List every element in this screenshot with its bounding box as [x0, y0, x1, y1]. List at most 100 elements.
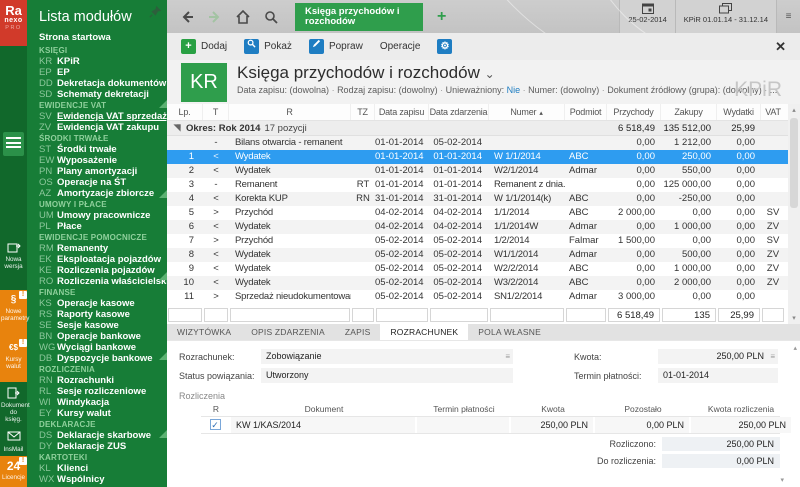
forward-icon[interactable]: [207, 9, 223, 25]
table-row[interactable]: 7>Przychód05-02-201405-02-20141/2/2014Fa…: [167, 234, 788, 248]
sidebar-item-dd[interactable]: DDDekretacja dokumentów: [39, 78, 167, 89]
status-field[interactable]: Utworzony: [261, 368, 513, 383]
sidebar-item-ew[interactable]: EWWyposażenie: [39, 155, 167, 166]
sidebar-item-dy[interactable]: DYDeklaracje ZUS: [39, 441, 167, 452]
table-row[interactable]: 10<Wydatek05-02-201405-02-2014W3/2/2014A…: [167, 276, 788, 290]
new-tab-button[interactable]: +: [437, 8, 446, 26]
table-row[interactable]: 2<Wydatek01-01-201401-01-2014W2/1/2014Ad…: [167, 164, 788, 178]
resize-gripper-icon[interactable]: ▾: [780, 476, 784, 484]
settings-button[interactable]: ⚙: [437, 39, 457, 54]
table-row[interactable]: 4<Korekta KUPRN31-01-201431-01-2014W 1/1…: [167, 192, 788, 206]
sidebar-item-ro[interactable]: RORozliczenia właścicielskie: [39, 276, 167, 287]
link-icon[interactable]: ≡: [505, 349, 510, 364]
col-tz[interactable]: TZ: [351, 104, 375, 120]
sidebar-item-ke[interactable]: KERozliczenia pojazdów: [39, 265, 167, 276]
rail-item-licencje[interactable]: ! 24 Licencje: [0, 456, 27, 487]
col-data-zdarzenia[interactable]: Data zdarzenia: [429, 104, 489, 120]
show-button[interactable]: Pokaż: [244, 39, 292, 54]
hamburger-icon[interactable]: [3, 132, 24, 156]
page-title[interactable]: Księga przychodów i rozchodów ⌄: [237, 63, 777, 83]
add-button[interactable]: + Dodaj: [181, 39, 227, 54]
table-row[interactable]: 11>Sprzedaż nieudokumentowana05-02-20140…: [167, 290, 788, 304]
sidebar-item-ds[interactable]: DSDeklaracje skarbowe: [39, 430, 167, 441]
sidebar-item-wg[interactable]: WGWyciągi bankowe: [39, 342, 167, 353]
col-r[interactable]: R: [229, 104, 351, 120]
table-row[interactable]: -Bilans otwarcia - remanent01-01-201405-…: [167, 136, 788, 150]
operations-button[interactable]: Operacje: [380, 41, 421, 52]
sidebar-item-um[interactable]: UMUmowy pracownicze: [39, 210, 167, 221]
termin-field[interactable]: 01-01-2014: [658, 368, 778, 383]
group-collapse-icon[interactable]: [173, 124, 180, 131]
tab-opis-zdarzenia[interactable]: OPIS ZDARZENIA: [241, 324, 335, 340]
col-zakupy[interactable]: Zakupy: [661, 104, 717, 120]
filter-rodzajzapisu[interactable]: Rodzaj zapisu: (dowolny): [337, 85, 438, 95]
sidebar-item-os[interactable]: OSOperacje na ŚT: [39, 177, 167, 188]
sidebar-item-ey[interactable]: EYKursy walut: [39, 408, 167, 419]
sidebar-item-st[interactable]: STŚrodki trwałe: [39, 144, 167, 155]
table-row[interactable]: 8<Wydatek05-02-201405-02-2014W1/1/2014Ad…: [167, 248, 788, 262]
sidebar-item-kr[interactable]: KRKPiR: [39, 56, 167, 67]
back-icon[interactable]: [179, 9, 195, 25]
period-selector[interactable]: KPiR 01.01.14 - 31.12.14: [675, 0, 776, 33]
tab-pola-w-asne[interactable]: POLA WŁASNE: [468, 324, 551, 340]
sidebar-item-kl[interactable]: KLKlienci: [39, 463, 167, 474]
col-wydatki[interactable]: Wydatki: [717, 104, 761, 120]
rozrachunek-field[interactable]: Zobowiązanie≡: [261, 349, 513, 364]
sidebar-item-strona-startowa[interactable]: Strona startowa: [39, 32, 167, 44]
sidebar-item-ek[interactable]: EKEksploatacja pojazdów: [39, 254, 167, 265]
rail-item-nowe-parametry[interactable]: ! § Nowe parametry: [0, 290, 27, 338]
rail-item-dokument-do-ksieg[interactable]: Dokument do księg.: [0, 384, 27, 428]
sidebar-item-pn[interactable]: PNPlany amortyzacji: [39, 166, 167, 177]
sidebar-item-pl[interactable]: PLPłace: [39, 221, 167, 232]
rozliczenie-row[interactable]: ✓ KW 1/KAS/2014 250,00 PLN 0,00 PLN 250,…: [201, 416, 780, 434]
checkbox-checked[interactable]: ✓: [210, 419, 221, 430]
table-row[interactable]: 1<Wydatek01-01-201401-01-2014W 1/1/2014A…: [167, 150, 788, 164]
filter-datazapisu[interactable]: Data zapisu: (dowolna): [237, 85, 329, 95]
table-row[interactable]: 3-RemanentRT01-01-201401-01-2014Remanent…: [167, 178, 788, 192]
scroll-up-icon[interactable]: ▴: [788, 106, 800, 114]
kwota-field[interactable]: 250,00 PLN≡: [658, 349, 778, 364]
filter-uniewaniony[interactable]: Unieważniony: Nie: [446, 85, 521, 95]
pin-icon[interactable]: [149, 5, 162, 18]
table-row[interactable]: 6<Wydatek04-02-201404-02-20141/1/2014WAd…: [167, 220, 788, 234]
home-icon[interactable]: [235, 9, 251, 25]
tab-ksiega-przychodow[interactable]: Księga przychodów i rozchodów: [295, 3, 423, 31]
col-vat[interactable]: VAT: [761, 104, 785, 120]
rail-item-insmail[interactable]: InsMail: [0, 428, 27, 456]
edit-button[interactable]: Popraw: [309, 39, 363, 54]
table-row[interactable]: 9<Wydatek05-02-201405-02-2014W2/2/2014AB…: [167, 262, 788, 276]
window-menu-icon[interactable]: ≡: [776, 0, 800, 33]
col-t[interactable]: T: [203, 104, 229, 120]
tab-zapis[interactable]: ZAPIS: [335, 324, 381, 340]
search-icon[interactable]: [263, 9, 279, 25]
sidebar-item-sd[interactable]: SDSchematy dekretacji: [39, 89, 167, 100]
sidebar-item-wi[interactable]: WIWindykacja: [39, 397, 167, 408]
sidebar-item-rm[interactable]: RMRemanenty: [39, 243, 167, 254]
sidebar-item-ep[interactable]: EPEP: [39, 67, 167, 78]
rail-item-kursy-walut[interactable]: ! €$ Kursy walut: [0, 338, 27, 382]
tab-rozrachunek[interactable]: ROZRACHUNEK: [380, 324, 468, 340]
business-date-selector[interactable]: 25-02-2014: [619, 0, 674, 33]
sidebar-item-se[interactable]: SESesje kasowe: [39, 320, 167, 331]
sidebar-item-db[interactable]: DBDyspozycje bankowe: [39, 353, 167, 364]
sidebar-item-ks[interactable]: KSOperacje kasowe: [39, 298, 167, 309]
col-podmiot[interactable]: Podmiot: [565, 104, 607, 120]
col-przychody[interactable]: Przychody: [607, 104, 661, 120]
link-icon[interactable]: ≡: [770, 349, 775, 364]
sidebar-item-rs[interactable]: RSRaporty kasowe: [39, 309, 167, 320]
sidebar-item-bn[interactable]: BNOperacje bankowe: [39, 331, 167, 342]
table-row[interactable]: 5>Przychód04-02-201404-02-20141/1/2014AB…: [167, 206, 788, 220]
sidebar-item-wx[interactable]: WXWspólnicy: [39, 474, 167, 485]
sidebar-item-sv[interactable]: SVEwidencja VAT sprzedaży: [39, 111, 167, 122]
sidebar-item-az[interactable]: AZAmortyzacje zbiorcze: [39, 188, 167, 199]
group-row[interactable]: Okres: Rok 2014 17 pozycji 6 518,49 135 …: [167, 121, 788, 136]
sidebar-item-zv[interactable]: ZVEwidencja VAT zakupu: [39, 122, 167, 133]
detail-scroll-up-icon[interactable]: ▴: [793, 344, 797, 352]
scroll-down-icon[interactable]: ▾: [788, 314, 800, 322]
sidebar-item-rn[interactable]: RNRozrachunki: [39, 375, 167, 386]
filter-numer[interactable]: Numer: (dowolny): [528, 85, 599, 95]
col-lp[interactable]: Lp.: [167, 104, 203, 120]
rail-item-nowa-wersja[interactable]: Nowa wersja: [0, 238, 27, 286]
close-module-button[interactable]: ✕: [775, 39, 786, 55]
sidebar-item-rl[interactable]: RLSesje rozliczeniowe: [39, 386, 167, 397]
